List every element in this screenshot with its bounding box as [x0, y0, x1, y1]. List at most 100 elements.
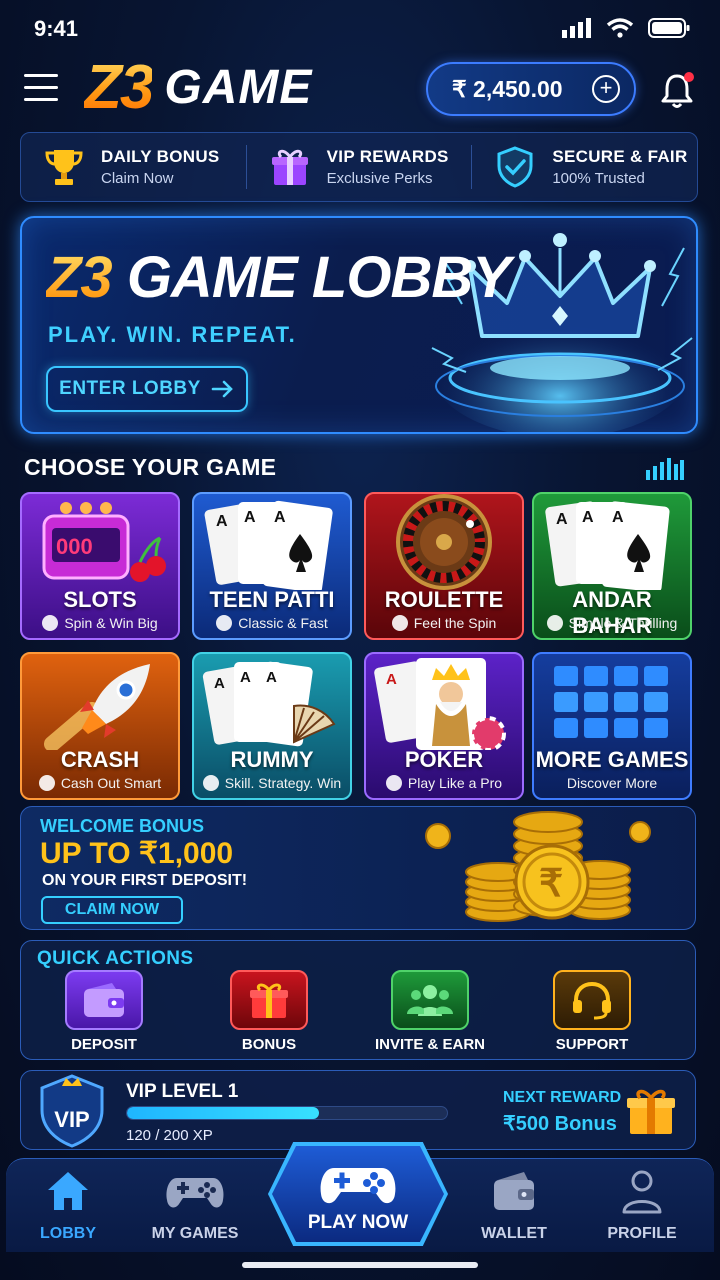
- logo-game: GAME: [164, 60, 313, 114]
- game-tile-andar-bahar[interactable]: A A A ANDAR BAHAR Simple & Thrilling: [532, 492, 692, 640]
- quick-action-invite-earn[interactable]: INVITE & EARN: [355, 970, 505, 1053]
- games-section-title: CHOOSE YOUR GAME: [24, 454, 277, 480]
- enter-lobby-button[interactable]: ENTER LOBBY: [46, 366, 248, 412]
- status-icons: [562, 18, 690, 38]
- game-subtitle: Simple & Thrilling: [534, 615, 690, 631]
- feature-subtitle: Claim Now: [101, 170, 174, 187]
- game-tile-teen-patti[interactable]: A A A TEEN PATTI Classic & Fast: [192, 492, 352, 640]
- game-tile-rummy[interactable]: A A A RUMMY Skill. Strategy. Win: [192, 652, 352, 800]
- rocket-icon: [44, 664, 150, 750]
- game-subtitle-text: Classic & Fast: [238, 615, 328, 631]
- hero-tagline: PLAY. WIN. REPEAT.: [48, 322, 297, 347]
- home-indicator: [242, 1262, 478, 1268]
- vip-shield-icon: VIP: [36, 1070, 108, 1150]
- xp-text: 120 / 200 XP: [126, 1127, 213, 1144]
- game-subtitle: Feel the Spin: [366, 615, 522, 631]
- quick-action-label: BONUS: [241, 1036, 297, 1053]
- svg-text:A: A: [244, 509, 256, 526]
- quick-action-label: INVITE & EARN: [374, 1036, 485, 1053]
- nav-label: WALLET: [481, 1225, 547, 1242]
- game-name: ANDAR BAHAR: [572, 587, 652, 638]
- nav-label: LOBBY: [40, 1225, 96, 1242]
- game-name: CRASH: [60, 747, 140, 772]
- user-icon: [622, 1170, 662, 1214]
- quick-actions-title: QUICK ACTIONS: [37, 948, 194, 969]
- svg-text:A: A: [612, 509, 624, 526]
- svg-text:A: A: [386, 671, 397, 688]
- wallet-balance-pill[interactable]: ₹ 2,450.00 +: [426, 62, 636, 116]
- game-subtitle: Skill. Strategy. Win: [194, 775, 350, 791]
- status-bar: 9:41: [0, 0, 720, 58]
- hero-title-rest: GAME LOBBY: [126, 245, 511, 310]
- next-reward-label: NEXT REWARD: [503, 1089, 622, 1106]
- shield-check-icon: [497, 146, 533, 188]
- add-funds-icon[interactable]: +: [592, 75, 620, 103]
- game-tile-poker[interactable]: A POKER Play Like a Pro: [364, 652, 524, 800]
- nav-lobby[interactable]: LOBBY: [8, 1168, 128, 1243]
- feature-daily-bonus[interactable]: DAILY BONUS Claim Now: [21, 145, 246, 189]
- nav-label: MY GAMES: [151, 1225, 239, 1242]
- game-subtitle: Play Like a Pro: [366, 775, 522, 791]
- game-subtitle: Discover More: [534, 775, 690, 791]
- welcome-bonus-note: ON YOUR FIRST DEPOSIT!: [42, 872, 248, 889]
- flame-badge-icon: [391, 615, 408, 631]
- game-subtitle: Spin & Win Big: [22, 615, 178, 631]
- hero-title: Z3 GAME LOBBY: [46, 244, 511, 311]
- spade-badge-icon: [216, 615, 233, 631]
- game-name: ROULETTE: [384, 587, 504, 612]
- app-logo: Z3 GAME: [84, 52, 312, 122]
- svg-text:000: 000: [56, 534, 93, 559]
- feature-subtitle: 100% Trusted: [552, 170, 645, 187]
- coin-badge-icon: [38, 775, 55, 791]
- king-card-icon: A: [374, 658, 506, 750]
- game-subtitle-text: Cash Out Smart: [60, 775, 162, 791]
- game-tile-crash[interactable]: CRASH Cash Out Smart: [20, 652, 180, 800]
- game-subtitle: Cash Out Smart: [22, 775, 178, 791]
- quick-action-bonus[interactable]: BONUS: [194, 970, 344, 1053]
- equalizer-icon: [646, 458, 684, 480]
- feature-title: VIP REWARDS: [326, 147, 449, 166]
- xp-progress-bar: [126, 1106, 448, 1120]
- status-time: 9:41: [34, 16, 79, 41]
- quick-action-support[interactable]: SUPPORT: [517, 970, 667, 1053]
- signal-icon: [562, 18, 591, 38]
- rocket-badge-icon: [42, 615, 59, 631]
- roulette-wheel-icon: [396, 494, 492, 590]
- wallet-icon: [65, 970, 143, 1030]
- cards-fan-icon: A A A: [202, 661, 336, 747]
- game-subtitle-text: Feel the Spin: [413, 615, 497, 631]
- chip-badge-icon: [385, 775, 402, 791]
- nav-profile[interactable]: PROFILE: [582, 1168, 702, 1243]
- hero-banner[interactable]: Z3 GAME LOBBY PLAY. WIN. REPEAT. ENTER L…: [20, 216, 698, 434]
- svg-text:A: A: [266, 669, 277, 686]
- game-subtitle-text: Discover More: [566, 775, 658, 791]
- trophy-icon: [45, 150, 83, 185]
- arrow-right-icon: [211, 380, 233, 398]
- claim-now-button[interactable]: CLAIM NOW: [41, 896, 183, 924]
- gift-icon: [627, 1089, 675, 1134]
- vip-level: VIP LEVEL 1: [126, 1081, 239, 1102]
- spade-badge-icon: [546, 615, 563, 631]
- game-tile-roulette[interactable]: ROULETTE Feel the Spin: [364, 492, 524, 640]
- svg-text:A: A: [274, 509, 286, 526]
- feature-strip: DAILY BONUS Claim Now VIP REWARDS Exclusiv…: [20, 132, 698, 202]
- quick-action-label: DEPOSIT: [71, 1036, 137, 1053]
- feature-vip-rewards[interactable]: VIP REWARDS Exclusive Perks: [245, 145, 472, 189]
- battery-icon: [648, 18, 690, 38]
- feature-title: SECURE & FAIR: [552, 147, 688, 166]
- vip-badge-text: VIP: [54, 1107, 90, 1132]
- bell-icon[interactable]: [656, 70, 698, 112]
- grid-icon: [554, 666, 668, 738]
- nav-my-games[interactable]: MY GAMES: [135, 1168, 255, 1243]
- logo-z3: Z3: [84, 52, 154, 122]
- feature-secure-fair[interactable]: SECURE & FAIR 100% Trusted: [471, 145, 697, 189]
- game-tile-more-games[interactable]: MORE GAMES Discover More: [532, 652, 692, 800]
- game-name: MORE GAMES: [535, 747, 689, 772]
- menu-icon[interactable]: [24, 74, 58, 104]
- game-tile-slots[interactable]: 000 SLOTS Spin & Win Big: [20, 492, 180, 640]
- game-name: TEEN PATTI: [209, 587, 335, 612]
- nav-wallet[interactable]: WALLET: [454, 1168, 574, 1243]
- quick-action-deposit[interactable]: DEPOSIT: [29, 970, 179, 1053]
- gamepad-icon: [166, 1178, 224, 1208]
- enter-lobby-label: ENTER LOBBY: [59, 378, 201, 399]
